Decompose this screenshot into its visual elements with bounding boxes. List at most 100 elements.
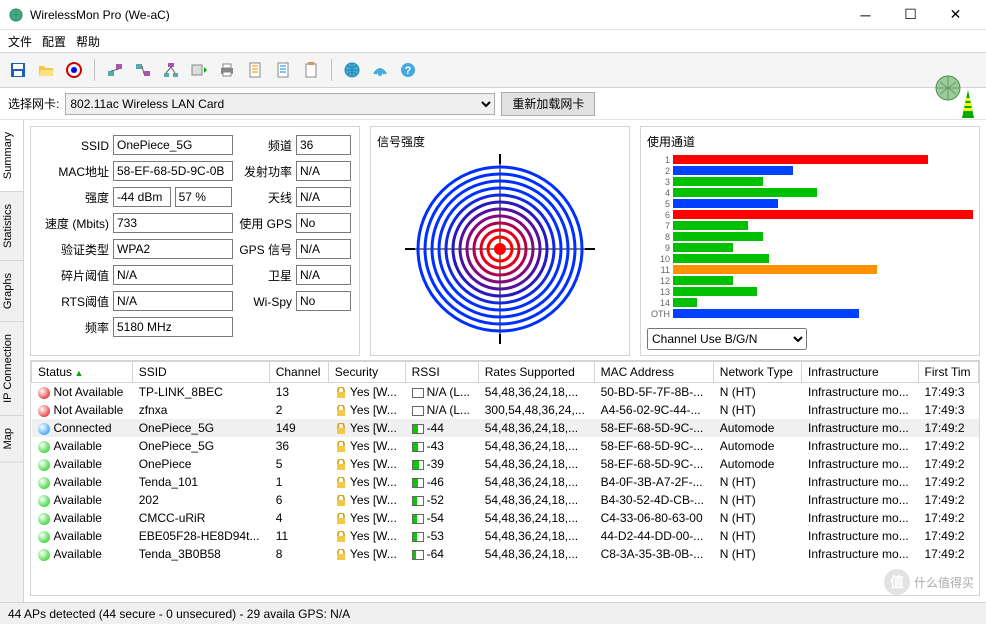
open-icon[interactable]: [34, 58, 58, 82]
tx-field[interactable]: [296, 161, 351, 181]
reload-button[interactable]: 重新加载网卡: [501, 92, 595, 116]
channel-title: 使用通道: [647, 133, 973, 150]
mac-field[interactable]: [113, 161, 233, 181]
table-row[interactable]: AvailableCMCC-uRiR4 Yes [W...-5454,48,36…: [32, 509, 979, 527]
channel-bar-row: 9: [647, 242, 973, 253]
channel-bar-row: 6: [647, 209, 973, 220]
col-header[interactable]: Security: [328, 362, 405, 383]
wispy-field[interactable]: [296, 291, 351, 311]
print-icon[interactable]: [215, 58, 239, 82]
col-header[interactable]: RSSI: [405, 362, 478, 383]
ant-field[interactable]: [296, 187, 351, 207]
ssid-label: SSID: [39, 135, 109, 157]
ant-label: 天线: [237, 187, 292, 209]
channel-bar-row: 3: [647, 176, 973, 187]
table-row[interactable]: ConnectedOnePiece_5G149 Yes [W...-4454,4…: [32, 419, 979, 437]
channel-bars: 1234567891011121314OTH: [647, 154, 973, 324]
channel-use-panel: 使用通道 1234567891011121314OTH Channel Use …: [640, 126, 980, 356]
play-icon[interactable]: [187, 58, 211, 82]
col-header[interactable]: Status ▲: [32, 362, 133, 383]
auth-field[interactable]: [113, 239, 233, 259]
status-text: 44 APs detected (44 secure - 0 unsecured…: [8, 607, 350, 621]
table-row[interactable]: AvailableTenda_1011 Yes [W...-4654,48,36…: [32, 473, 979, 491]
net3-icon[interactable]: [159, 58, 183, 82]
menu-config[interactable]: 配置: [42, 33, 66, 50]
speed-field[interactable]: [113, 213, 233, 233]
signal-strength-panel: 信号强度: [370, 126, 630, 356]
save-icon[interactable]: [6, 58, 30, 82]
tab-ipconnection[interactable]: IP Connection: [0, 322, 23, 416]
chan-label: 频道: [237, 135, 292, 157]
tx-label: 发射功率: [237, 161, 292, 183]
adapter-select[interactable]: 802.11ac Wireless LAN Card: [65, 93, 495, 115]
auth-label: 验证类型: [39, 239, 109, 261]
menu-file[interactable]: 文件: [8, 33, 32, 50]
signal-icon[interactable]: [368, 58, 392, 82]
help-icon[interactable]: ?: [396, 58, 420, 82]
adapter-row: 选择网卡: 802.11ac Wireless LAN Card 重新加载网卡: [0, 88, 986, 120]
channel-bar-row: 11: [647, 264, 973, 275]
col-header[interactable]: SSID: [132, 362, 269, 383]
menu-help[interactable]: 帮助: [76, 33, 100, 50]
gpssig-field[interactable]: [296, 239, 351, 259]
channel-bar-row: 10: [647, 253, 973, 264]
freq-label: 频率: [39, 317, 109, 339]
net2-icon[interactable]: [131, 58, 155, 82]
channel-bar-row: 4: [647, 187, 973, 198]
col-header[interactable]: Network Type: [713, 362, 801, 383]
doc2-icon[interactable]: [271, 58, 295, 82]
table-row[interactable]: Available2026 Yes [W...-5254,48,36,24,18…: [32, 491, 979, 509]
table-row[interactable]: Not AvailableTP-LINK_8BEC13 Yes [W...N/A…: [32, 383, 979, 402]
statusbar: 44 APs detected (44 secure - 0 unsecured…: [0, 602, 986, 624]
col-header[interactable]: MAC Address: [594, 362, 713, 383]
net1-icon[interactable]: [103, 58, 127, 82]
toolbar: ?: [0, 52, 986, 88]
maximize-button[interactable]: ☐: [888, 1, 933, 29]
col-header[interactable]: First Tim: [918, 362, 979, 383]
sat-field[interactable]: [296, 265, 351, 285]
channel-bar-row: 13: [647, 286, 973, 297]
col-header[interactable]: Infrastructure: [802, 362, 918, 383]
channel-bar-row: 12: [647, 275, 973, 286]
col-header[interactable]: Rates Supported: [478, 362, 594, 383]
channel-bar-row: 1: [647, 154, 973, 165]
sat-label: 卫星: [237, 265, 292, 287]
ssid-field[interactable]: [113, 135, 233, 155]
antenna-icon: [930, 70, 980, 120]
watermark: 值 什么值得买: [884, 569, 974, 595]
table-row[interactable]: AvailableTenda_3B0B588 Yes [W...-6454,48…: [32, 545, 979, 563]
str-pct-field[interactable]: [175, 187, 233, 207]
table-row[interactable]: Not Availablezfnxa2 Yes [W...N/A (L...30…: [32, 401, 979, 419]
minimize-button[interactable]: ─: [843, 1, 888, 29]
tab-statistics[interactable]: Statistics: [0, 192, 23, 261]
info-panel: SSID频道 MAC地址发射功率 强度天线 速度 (Mbits)使用 GPS 验…: [30, 126, 360, 356]
rts-field[interactable]: [113, 291, 233, 311]
tab-summary[interactable]: Summary: [0, 120, 23, 192]
target-icon[interactable]: [62, 58, 86, 82]
channel-mode-select[interactable]: Channel Use B/G/N: [647, 328, 807, 350]
radar-chart-icon: [405, 154, 595, 344]
mac-label: MAC地址: [39, 161, 109, 183]
channel-bar-row: 5: [647, 198, 973, 209]
table-row[interactable]: AvailableOnePiece_5G36 Yes [W...-4354,48…: [32, 437, 979, 455]
str-dbm-field[interactable]: [113, 187, 171, 207]
tab-map[interactable]: Map: [0, 416, 23, 462]
chan-field[interactable]: [296, 135, 351, 155]
tab-graphs[interactable]: Graphs: [0, 261, 23, 322]
doc1-icon[interactable]: [243, 58, 267, 82]
adapter-label: 选择网卡:: [8, 95, 59, 112]
gps-field[interactable]: [296, 213, 351, 233]
table-row[interactable]: AvailableOnePiece5 Yes [W...-3954,48,36,…: [32, 455, 979, 473]
speed-label: 速度 (Mbits): [39, 213, 109, 235]
ap-grid[interactable]: Status ▲SSIDChannelSecurityRSSIRates Sup…: [30, 360, 980, 596]
clipboard-icon[interactable]: [299, 58, 323, 82]
gps-label: 使用 GPS: [237, 213, 292, 235]
globe-icon[interactable]: [340, 58, 364, 82]
svg-text:?: ?: [405, 65, 412, 77]
channel-bar-row: 8: [647, 231, 973, 242]
close-button[interactable]: ✕: [933, 1, 978, 29]
frag-field[interactable]: [113, 265, 233, 285]
freq-field[interactable]: [113, 317, 233, 337]
col-header[interactable]: Channel: [269, 362, 328, 383]
table-row[interactable]: AvailableEBE05F28-HE8D94t...11 Yes [W...…: [32, 527, 979, 545]
